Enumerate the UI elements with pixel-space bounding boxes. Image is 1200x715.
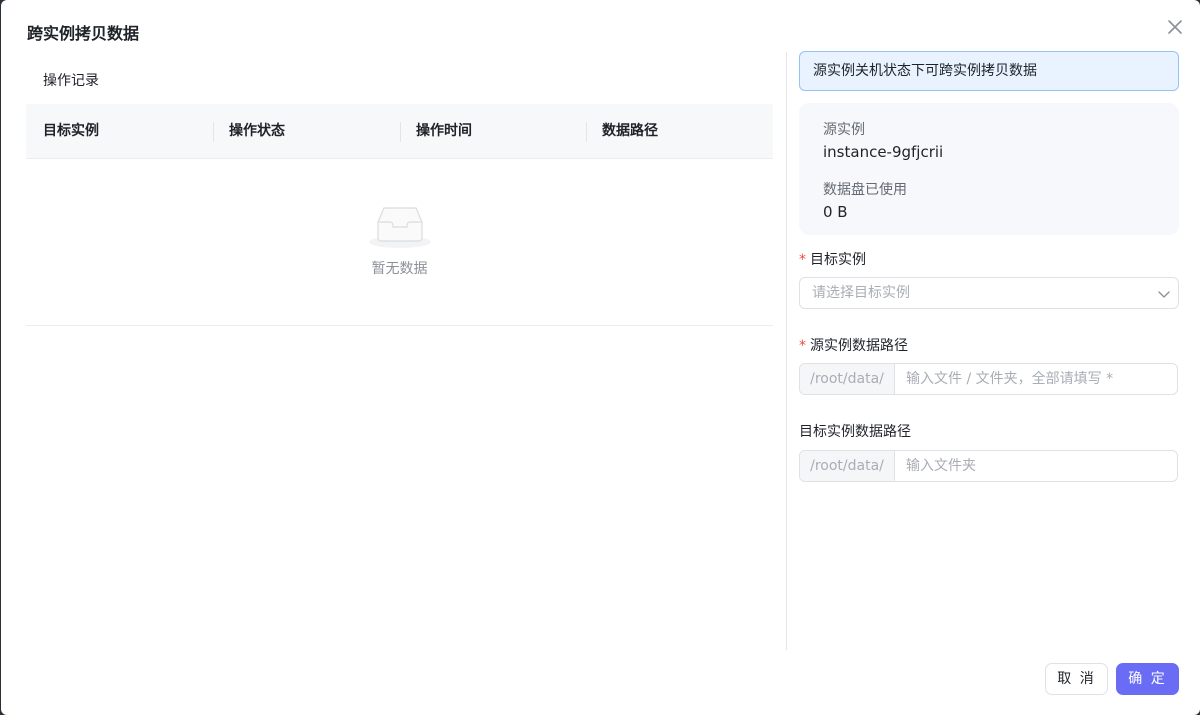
- chevron-down-icon: [1158, 291, 1170, 298]
- target-instance-select[interactable]: 请选择目标实例: [799, 277, 1179, 309]
- panel-divider: [786, 52, 787, 650]
- close-button[interactable]: [1165, 17, 1185, 37]
- cancel-button[interactable]: 取 消: [1045, 663, 1108, 695]
- close-icon: [1168, 20, 1182, 34]
- source-instance-label: 源实例: [823, 122, 865, 138]
- table-header: 目标实例 操作状态 操作时间 数据路径: [26, 104, 773, 159]
- column-header-target: 目标实例: [43, 123, 99, 139]
- source-info-card: 源实例 instance-9gfjcrii 数据盘已使用 0 B: [799, 103, 1179, 235]
- empty-text: 暂无数据: [371, 261, 428, 277]
- operation-records-panel: 操作记录 目标实例 操作状态 操作时间 数据路径 暂无数据: [26, 52, 773, 652]
- source-path-prefix: /root/data/: [800, 364, 895, 394]
- column-header-time: 操作时间: [416, 123, 472, 139]
- source-path-label: * 源实例数据路径: [799, 335, 908, 355]
- source-path-label-text: 源实例数据路径: [810, 338, 908, 354]
- target-path-label: 目标实例数据路径: [799, 424, 911, 440]
- column-divider: [213, 122, 214, 142]
- source-path-input[interactable]: [895, 364, 1177, 394]
- source-path-field: /root/data/: [799, 363, 1178, 395]
- column-header-status: 操作状态: [229, 123, 285, 139]
- select-placeholder: 请选择目标实例: [812, 285, 910, 301]
- section-title: 操作记录: [43, 73, 99, 89]
- target-path-input[interactable]: [895, 451, 1177, 481]
- dialog-title: 跨实例拷贝数据: [27, 24, 140, 43]
- disk-used-value: 0 B: [823, 203, 848, 221]
- column-divider: [586, 122, 587, 142]
- copy-form-panel: 源实例关机状态下可跨实例拷贝数据 源实例 instance-9gfjcrii 数…: [799, 51, 1179, 491]
- empty-inbox-icon: [369, 207, 431, 248]
- column-divider: [400, 122, 401, 142]
- target-path-field: /root/data/: [799, 450, 1178, 482]
- disk-used-label: 数据盘已使用: [823, 182, 907, 198]
- target-path-prefix: /root/data/: [800, 451, 895, 481]
- copy-data-dialog: 跨实例拷贝数据 操作记录 目标实例 操作状态 操作时间 数据路径 暂无数据 源实…: [1, 0, 1200, 715]
- table-empty-state: 暂无数据: [26, 159, 773, 326]
- column-header-path: 数据路径: [602, 123, 658, 139]
- source-instance-value: instance-9gfjcrii: [823, 143, 944, 161]
- confirm-button[interactable]: 确 定: [1116, 663, 1179, 695]
- info-banner: 源实例关机状态下可跨实例拷贝数据: [799, 51, 1179, 91]
- target-instance-label: * 目标实例: [799, 249, 866, 269]
- required-mark: *: [799, 252, 806, 268]
- required-mark: *: [799, 338, 806, 354]
- target-instance-label-text: 目标实例: [810, 252, 866, 268]
